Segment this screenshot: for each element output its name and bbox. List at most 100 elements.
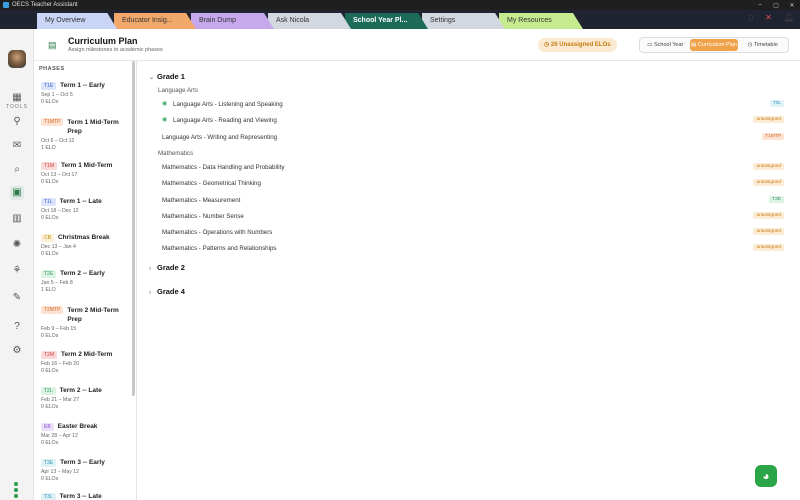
phase-elo-count: 0 ELOs	[41, 179, 59, 185]
sun-icon[interactable]: ✺	[10, 238, 24, 252]
phase-tag[interactable]: unassigned	[753, 179, 784, 187]
phase-tag[interactable]: T3L	[769, 100, 784, 107]
phase-item[interactable]: T2E Term 2 -- Early Jan 5 – Feb 81 ELO	[41, 270, 133, 293]
lightbulb-icon[interactable]: ⚲	[10, 115, 24, 129]
bell-icon[interactable]: 🔔︎	[784, 13, 794, 22]
elo-name: Mathematics - Geometrical Thinking	[162, 180, 261, 188]
pen-icon[interactable]: ✎	[10, 291, 24, 305]
view-label: School Year	[654, 42, 684, 48]
app-logo-icon	[3, 2, 9, 8]
phase-item[interactable]: T3L Term 3 -- Late	[41, 493, 133, 500]
phase-elo-count: 0 ELOs	[41, 333, 59, 339]
more-dots-icon[interactable]	[14, 482, 18, 498]
elo-row[interactable]: Mathematics - Number Sense unassigned	[162, 211, 784, 223]
phase-code-badge: T3E	[41, 459, 57, 467]
grid-icon[interactable]: ▦	[10, 91, 24, 105]
calendar-icon[interactable]: ▣	[10, 186, 24, 200]
tab-my-resources[interactable]: My Resources	[499, 13, 583, 29]
phase-item[interactable]: T2L Term 2 -- Late Feb 21 – Mar 27 0 ELOs	[41, 387, 133, 410]
phase-item[interactable]: CB Christmas Break Dec 13 – Jan 40 ELOs	[41, 234, 133, 257]
chevron-right-icon: ›	[149, 289, 151, 296]
phase-dates: Oct 13 – Oct 17	[41, 172, 78, 178]
view-label: Timetable	[753, 42, 778, 48]
grade-toggle[interactable]: › Grade 2	[149, 263, 185, 272]
maximize-button[interactable]: ▢	[768, 2, 784, 9]
close-window-button[interactable]: ✕	[784, 2, 800, 9]
view-timetable-button[interactable]: ◷ Timetable	[738, 39, 787, 51]
subject-heading: Language Arts	[158, 87, 198, 94]
phase-item[interactable]: T2M Term 2 Mid-Term Feb 16 – Feb 20 0 ELOs	[41, 351, 133, 374]
phase-name: Christmas Break	[57, 234, 110, 241]
elo-row[interactable]: Mathematics - Data Handling and Probabil…	[162, 162, 784, 174]
tab-brain-dump[interactable]: Brain Dump	[191, 13, 274, 29]
avatar[interactable]	[8, 50, 26, 68]
phase-tag[interactable]: unassigned	[753, 116, 784, 124]
phase-dates: Mar 28 – Apr 12	[41, 433, 78, 439]
phase-item[interactable]: EB Easter Break Mar 28 – Apr 12 0 ELOs	[41, 423, 133, 446]
tab-my-overview[interactable]: My Overview	[37, 13, 117, 29]
elo-row[interactable]: ◉ Language Arts - Reading and Viewing unas…	[162, 115, 784, 127]
phase-item[interactable]: T1E Term 1 -- Early Sep 1 – Oct 50 ELOs	[41, 82, 133, 105]
elo-row[interactable]: Mathematics - Geometrical Thinking unassi…	[162, 178, 784, 190]
assistant-fab-button[interactable]: ◕	[755, 465, 777, 487]
grade-name: Grade 4	[157, 286, 185, 296]
unassigned-elos-badge[interactable]: ◷ 26 Unassigned ELOs	[538, 38, 617, 52]
book-open-icon[interactable]: ▥	[10, 212, 24, 226]
phase-tag[interactable]: T1MTP	[762, 132, 784, 140]
page-header: ▤ Curriculum Plan Assign milestones to a…	[34, 29, 800, 61]
elo-row[interactable]: Language Arts - Writing and Representing…	[162, 132, 784, 144]
elo-row[interactable]: Mathematics - Patterns and Relationships…	[162, 243, 784, 255]
tab-settings[interactable]: Settings	[422, 13, 505, 29]
minimize-button[interactable]: –	[752, 2, 768, 9]
view-curriculum-plan-button[interactable]: ▤ Curriculum Plan	[689, 39, 739, 51]
window-title: OECS Teacher Assistant	[12, 2, 78, 8]
phase-item[interactable]: T2MTP Term 2 Mid-Term Prep Feb 9 – Feb 15 0…	[41, 306, 133, 339]
phase-elo-count: 0 ELOs	[41, 215, 59, 221]
phase-elo-count: 0 ELOs	[41, 99, 59, 105]
chevron-right-icon: ›	[149, 265, 151, 272]
clipboard-icon: ▤	[48, 40, 57, 50]
phase-tag[interactable]: T2E	[769, 195, 784, 203]
tab-ask-nicola[interactable]: Ask Nicola	[268, 13, 351, 29]
grade-toggle[interactable]: › Grade 4	[149, 287, 185, 296]
phases-scrollbar[interactable]	[132, 61, 135, 396]
phase-name: Term 1 -- Late	[59, 198, 102, 205]
page-title: Curriculum Plan	[68, 36, 138, 46]
tab-educator-insig[interactable]: Educator Insig...	[114, 13, 196, 29]
phase-dates: Oct 6 – Oct 12	[41, 138, 75, 144]
tab-school-year-pl[interactable]: School Year Pl...	[345, 13, 428, 29]
phase-code-badge: EB	[41, 423, 54, 431]
phase-item[interactable]: T1MTP Term 1 Mid-Term Prep Oct 6 – Oct 12 1…	[41, 118, 133, 151]
phase-dates: Apr 13 – May 12	[41, 469, 80, 475]
phase-tag[interactable]: unassigned	[753, 244, 784, 252]
phase-dates: Feb 9 – Feb 15	[41, 326, 77, 332]
window-controls: – ▢ ✕	[752, 2, 800, 9]
settings-icon[interactable]: ⚙	[10, 344, 24, 358]
elo-row[interactable]: Mathematics - Measurement T2E	[162, 195, 784, 207]
hierarchy-icon[interactable]: ⚘	[10, 264, 24, 278]
search-icon[interactable]: ⌕	[10, 163, 24, 177]
view-school-year-button[interactable]: ▭ School Year	[641, 39, 690, 51]
phase-elo-count: 1 ELO	[41, 287, 56, 293]
elo-name: Language Arts - Writing and Representing	[162, 133, 278, 141]
phase-item[interactable]: T3E Term 3 -- Early Apr 13 – May 12 0 ELOs	[41, 459, 133, 482]
book-icon[interactable]: ▯	[749, 13, 753, 22]
phase-tag[interactable]: unassigned	[753, 228, 784, 236]
help-icon[interactable]: ?	[10, 320, 24, 334]
grade-toggle[interactable]: ⌄ Grade 1	[149, 72, 185, 81]
close-icon[interactable]: ✕	[765, 13, 772, 22]
phase-item[interactable]: T1L Term 1 -- Late Oct 18 – Dec 12 0 ELOs	[41, 198, 133, 221]
phase-elo-count: 0 ELOs	[41, 476, 59, 482]
elo-row[interactable]: Mathematics - Operations with Numbers una…	[162, 227, 784, 239]
check-circle-icon: ◉	[162, 101, 168, 107]
chevron-down-icon: ⌄	[149, 75, 155, 81]
phase-item[interactable]: T1M Term 1 Mid-Term Oct 13 – Oct 17 0 ELOs	[41, 162, 133, 185]
elo-row[interactable]: ◉ Language Arts - Listening and Speaking T…	[162, 99, 784, 111]
chat-icon[interactable]: ✉	[10, 139, 24, 153]
view-switcher: ▭ School Year ▤ Curriculum Plan ◷ Timeta…	[639, 37, 789, 53]
view-label: Curriculum Plan	[697, 42, 737, 48]
phase-dates: Oct 18 – Dec 12	[41, 208, 79, 214]
phase-tag[interactable]: unassigned	[753, 162, 784, 170]
page-subtitle: Assign milestones to academic phases	[68, 47, 163, 53]
phase-tag[interactable]: unassigned	[753, 211, 784, 219]
